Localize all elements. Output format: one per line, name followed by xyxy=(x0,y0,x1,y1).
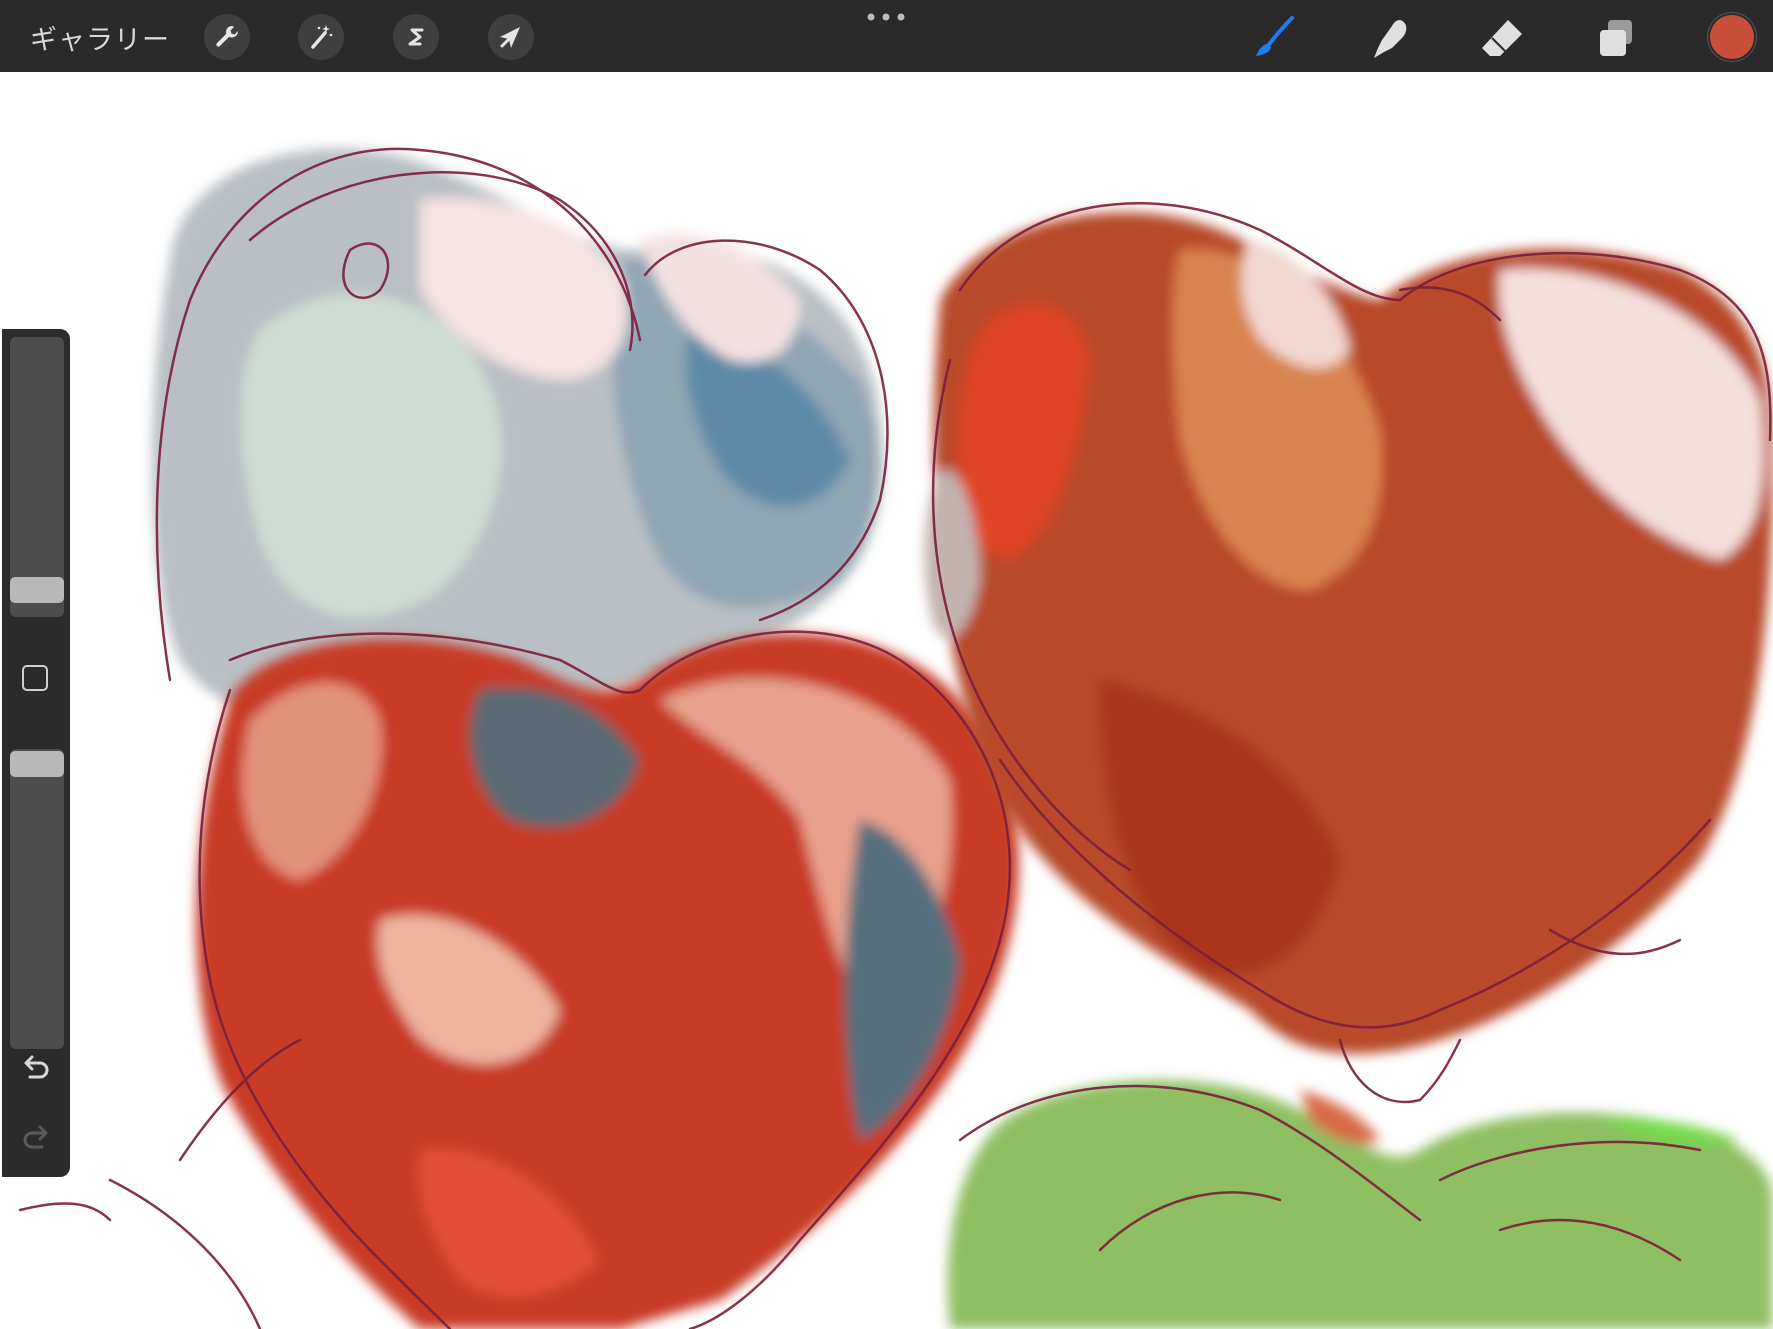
brush-size-slider[interactable] xyxy=(10,337,64,617)
layers-button[interactable] xyxy=(1592,14,1640,62)
magic-wand-icon xyxy=(311,25,333,49)
transform-button[interactable] xyxy=(488,14,534,60)
selection-s-icon xyxy=(408,28,424,46)
brush-tool-button[interactable] xyxy=(1250,14,1298,62)
undo-arrow-icon[interactable] xyxy=(18,1051,54,1087)
selection-button[interactable] xyxy=(393,14,439,60)
brush-size-thumb[interactable] xyxy=(10,577,64,603)
layers-icon xyxy=(1600,20,1632,56)
redo-arrow-icon[interactable] xyxy=(18,1121,54,1157)
top-toolbar: ギャラリー xyxy=(0,0,1773,73)
actions-button[interactable] xyxy=(204,14,250,60)
opacity-slider[interactable] xyxy=(10,749,64,1049)
opacity-thumb[interactable] xyxy=(10,751,64,777)
painted-hearts-artwork xyxy=(18,147,1773,1329)
smudge-tool-button[interactable] xyxy=(1364,14,1412,62)
adjustments-button[interactable] xyxy=(298,14,344,60)
eraser-icon xyxy=(1482,20,1522,56)
color-picker-button[interactable] xyxy=(1710,15,1754,59)
smudge-finger-icon xyxy=(1374,20,1407,58)
brush-icon xyxy=(1256,16,1294,56)
drawing-canvas[interactable] xyxy=(0,72,1773,1329)
eraser-tool-button[interactable] xyxy=(1478,14,1526,62)
gallery-button[interactable]: ギャラリー xyxy=(30,18,170,57)
ellipsis-icon[interactable] xyxy=(866,12,906,22)
wrench-icon xyxy=(216,26,239,47)
left-sidebar xyxy=(2,329,70,1177)
modify-button[interactable] xyxy=(22,665,48,691)
arrow-cursor-icon xyxy=(500,27,520,48)
